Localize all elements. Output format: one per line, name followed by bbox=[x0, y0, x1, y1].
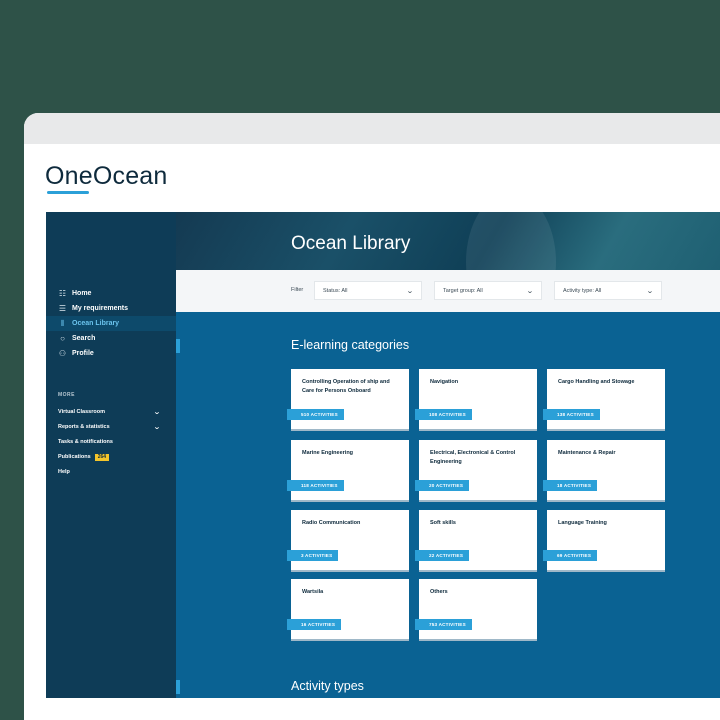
sidebar-item-search[interactable]: ○ Search bbox=[46, 331, 176, 346]
search-icon: ○ bbox=[60, 334, 65, 343]
sidebar-item-label: Publications bbox=[58, 453, 91, 460]
sidebar-item-label: Home bbox=[72, 290, 92, 297]
activity-count-badge: 16 ACTIVITIES bbox=[287, 619, 342, 630]
page-title: Ocean Library bbox=[291, 233, 411, 254]
category-card[interactable]: Wartsila 16 ACTIVITIES bbox=[287, 579, 409, 639]
select-value: Target group: All bbox=[443, 287, 483, 294]
more-heading: MORE bbox=[58, 392, 75, 398]
sidebar-item-label: Reports & statistics bbox=[58, 423, 110, 430]
sidebar-item-publications[interactable]: Publications 264 bbox=[46, 450, 176, 465]
category-card[interactable]: Soft skills 22 ACTIVITIES bbox=[415, 510, 537, 570]
publications-count-badge: 264 bbox=[94, 453, 110, 461]
activity-count-badge: 18 ACTIVITIES bbox=[543, 480, 598, 491]
sidebar-item-ocean-library[interactable]: ⫴ Ocean Library bbox=[46, 316, 176, 331]
logo-underline bbox=[47, 191, 89, 194]
sidebar-item-label: My requirements bbox=[72, 305, 129, 312]
category-title: Controlling Operation of ship and Care f… bbox=[302, 379, 390, 394]
main-content: Ocean Library Filter Status: All ⌄ Targe… bbox=[176, 212, 720, 698]
app-frame: ☷ Home ☰ My requirements ⫴ Ocean Library… bbox=[46, 212, 720, 698]
activity-count-badge: 138 ACTIVITIES bbox=[543, 409, 600, 420]
activity-count-badge: 69 ACTIVITIES bbox=[543, 550, 598, 561]
select-value: Activity type: All bbox=[563, 287, 602, 294]
category-card[interactable]: Navigation 108 ACTIVITIES bbox=[415, 369, 537, 429]
category-title: Others bbox=[430, 589, 448, 595]
sidebar-item-profile[interactable]: ⚇ Profile bbox=[46, 346, 176, 361]
list-icon: ☰ bbox=[58, 304, 67, 313]
chevron-down-icon: ⌄ bbox=[526, 287, 534, 295]
sidebar-item-label: Tasks & notifications bbox=[58, 438, 113, 445]
category-card[interactable]: Maintenance & Repair 18 ACTIVITIES bbox=[543, 440, 665, 500]
activity-count-badge: 753 ACTIVITIES bbox=[415, 619, 472, 630]
sidebar-item-my-requirements[interactable]: ☰ My requirements bbox=[46, 301, 176, 316]
category-card[interactable]: Language Training 69 ACTIVITIES bbox=[543, 510, 665, 570]
sidebar-item-virtual-classroom[interactable]: Virtual Classroom ⌄ bbox=[46, 404, 176, 419]
oneocean-logo[interactable]: OneOcean bbox=[45, 162, 168, 191]
filter-label: Filter bbox=[291, 287, 304, 293]
user-icon: ⚇ bbox=[58, 349, 67, 358]
sidebar-item-help[interactable]: Help bbox=[46, 465, 176, 480]
activity-count-badge: 108 ACTIVITIES bbox=[415, 409, 472, 420]
category-title: Soft skills bbox=[430, 520, 456, 526]
category-title: Maintenance & Repair bbox=[558, 450, 616, 456]
sidebar-item-label: Profile bbox=[72, 350, 94, 357]
status-filter-select[interactable]: Status: All ⌄ bbox=[314, 281, 422, 300]
select-value: Status: All bbox=[323, 287, 348, 294]
sidebar-item-label: Virtual Classroom bbox=[58, 408, 105, 415]
category-card[interactable]: Radio Communication 3 ACTIVITIES bbox=[287, 510, 409, 570]
activity-count-badge: 3 ACTIVITIES bbox=[287, 550, 339, 561]
sidebar-item-label: Ocean Library bbox=[72, 320, 120, 327]
category-title: Language Training bbox=[558, 520, 607, 526]
category-card[interactable]: Marine Engineering 118 ACTIVITIES bbox=[287, 440, 409, 500]
library-icon: ⫴ bbox=[60, 318, 65, 328]
category-title: Wartsila bbox=[302, 589, 324, 595]
activity-type-filter-select[interactable]: Activity type: All ⌄ bbox=[554, 281, 662, 300]
activity-count-badge: 20 ACTIVITIES bbox=[415, 480, 470, 491]
sidebar-item-tasks-notifications[interactable]: Tasks & notifications bbox=[46, 434, 176, 449]
category-card[interactable]: Controlling Operation of ship and Care f… bbox=[287, 369, 409, 429]
activity-types-heading: Activity types bbox=[291, 679, 364, 693]
activity-count-badge: 510 ACTIVITIES bbox=[287, 409, 344, 420]
chevron-down-icon: ⌄ bbox=[153, 408, 161, 416]
sidebar-item-label: Help bbox=[58, 469, 70, 476]
category-card[interactable]: Electrical, Electronical & Control Engin… bbox=[415, 440, 537, 500]
category-title: Electrical, Electronical & Control Engin… bbox=[430, 450, 516, 465]
sidebar-item-reports-statistics[interactable]: Reports & statistics ⌄ bbox=[46, 419, 176, 434]
filter-bar: Filter Status: All ⌄ Target group: All ⌄… bbox=[176, 270, 720, 312]
window-title-bar bbox=[24, 113, 720, 144]
activity-count-badge: 22 ACTIVITIES bbox=[415, 550, 470, 561]
category-title: Cargo Handling and Stowage bbox=[558, 379, 635, 385]
sidebar-item-home[interactable]: ☷ Home bbox=[46, 286, 176, 301]
sidebar-item-label: Search bbox=[72, 335, 96, 342]
hero-banner: Ocean Library bbox=[176, 212, 720, 270]
home-grid-icon: ☷ bbox=[58, 289, 67, 298]
category-title: Marine Engineering bbox=[302, 450, 354, 456]
category-card[interactable]: Others 753 ACTIVITIES bbox=[415, 579, 537, 639]
sidebar-nav: ☷ Home ☰ My requirements ⫴ Ocean Library… bbox=[46, 286, 176, 361]
category-card[interactable]: Cargo Handling and Stowage 138 ACTIVITIE… bbox=[543, 369, 665, 429]
target-group-filter-select[interactable]: Target group: All ⌄ bbox=[434, 281, 542, 300]
elearning-categories-heading: E-learning categories bbox=[291, 338, 410, 352]
app-window: OneOcean ☷ Home ☰ My requirements ⫴ Ocea… bbox=[24, 113, 720, 720]
category-title: Navigation bbox=[430, 379, 459, 385]
sidebar: ☷ Home ☰ My requirements ⫴ Ocean Library… bbox=[46, 212, 176, 698]
activity-count-badge: 118 ACTIVITIES bbox=[287, 480, 344, 491]
chevron-down-icon: ⌄ bbox=[406, 287, 414, 295]
more-list: Virtual Classroom ⌄ Reports & statistics… bbox=[46, 404, 176, 480]
category-title: Radio Communication bbox=[302, 520, 361, 526]
chevron-down-icon: ⌄ bbox=[646, 287, 654, 295]
chevron-down-icon: ⌄ bbox=[153, 423, 161, 431]
sidebar-item-label-wrap: Publications 264 bbox=[58, 453, 110, 461]
